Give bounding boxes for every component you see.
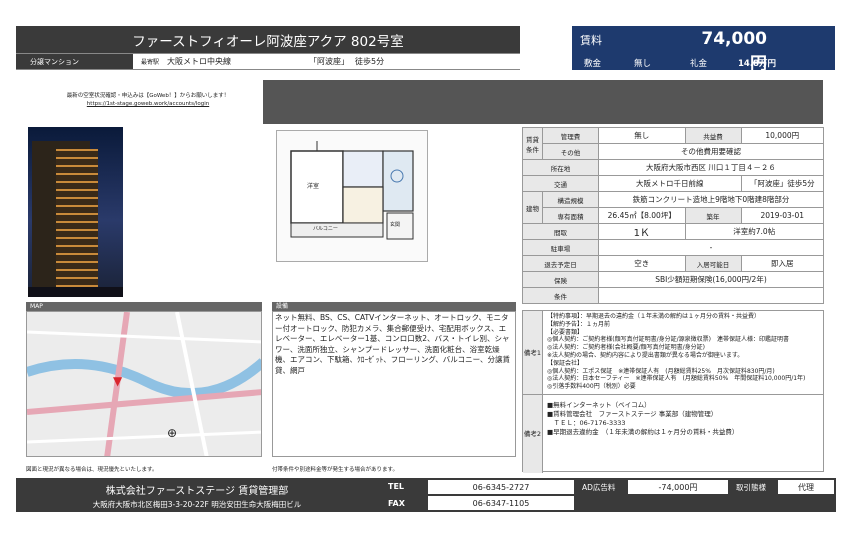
location-pin-icon: ▼	[113, 374, 123, 388]
category-tag: 分譲マンション	[16, 54, 133, 69]
conditions-label: 条件	[522, 287, 599, 304]
layout-label: 間取	[522, 223, 599, 240]
remarks-1-text: 【特約事項】：早期退去の違約金（１年未満の解約は１ヶ月分の賃料・共益費） 【解約…	[547, 313, 806, 391]
built-label: 築年	[684, 207, 742, 224]
ad-fee-label: AD広告料	[582, 483, 616, 492]
property-details-table: 賃貸条件 管理費 無し 共益費 10,000円 その他 その他費用要確認 所在地…	[522, 127, 824, 304]
deposit-label: 敷金	[584, 59, 602, 69]
settings-title: 設備	[272, 302, 516, 311]
remarks-2: 備考2 ■無料インターネット（ベイコム） ■賃料管理会社 ファーストステージ 事…	[523, 395, 823, 473]
insurance-label: 保険	[522, 271, 599, 288]
floor-plan: 洋室 バルコニー 玄関	[276, 130, 428, 262]
conditions-value	[598, 287, 824, 304]
remarks-2-text: ■無料インターネット（ベイコム） ■賃料管理会社 ファーストステージ 事業部（建…	[547, 401, 739, 436]
company-name: 株式会社ファーストステージ 賃貸管理部	[105, 486, 289, 497]
tel-label: TEL	[388, 482, 405, 491]
location-label: 所在地	[522, 159, 599, 176]
balcony-label: バルコニー	[313, 226, 338, 232]
built-value: 2019-03-01	[740, 207, 824, 224]
room-label: 洋室	[307, 183, 320, 190]
move-in-value: 即入居	[740, 255, 824, 272]
rent-label: 賃料	[580, 34, 602, 47]
structure-label: 構造規模	[542, 191, 599, 208]
floor-plan-drawing	[290, 141, 414, 240]
area-value: 26.45㎡【8.00坪】	[598, 207, 686, 224]
remarks-1: 備考1 【特約事項】：早期退去の違約金（１年未満の解約は１ヶ月分の賃料・共益費）…	[523, 311, 823, 395]
location-value: 大阪府大阪市西区 川口１丁目４－２６	[598, 159, 824, 176]
notice: 最新の空室状況確認・申込みは【GoWeb！】からお願いします！ https://…	[58, 92, 238, 108]
move-in-label: 入居可能日	[684, 255, 742, 272]
station-label: 最寄駅	[141, 59, 160, 66]
property-subheader: 分譲マンション 最寄駅 大阪メトロ中央線 「阿波座」 徒歩5分	[16, 53, 520, 70]
common-fee-value: 10,000円	[740, 127, 824, 144]
deposit-value: 無し	[634, 59, 652, 69]
line-name: 大阪メトロ中央線	[167, 57, 232, 66]
property-title: ファーストフィオーレ阿波座アクア 802号室	[16, 26, 520, 53]
map[interactable]: ▼ ⊕	[26, 311, 262, 457]
common-fee-label: 共益費	[684, 127, 742, 144]
notice-text: 最新の空室状況確認・申込みは【GoWeb！】からお願いします！	[66, 93, 230, 99]
other-label: その他	[542, 143, 599, 160]
banner-bar	[263, 80, 823, 124]
map-drawing	[27, 312, 261, 456]
company-address: 大阪府大阪市北区梅田3-3-20-22F 明治安田生命大阪梅田ビル	[92, 500, 302, 509]
walk-time: 徒歩5分	[355, 57, 385, 66]
vacate-value: 空き	[598, 255, 686, 272]
parking-label: 駐車場	[522, 239, 599, 256]
rent-panel: 賃料 74,000円 敷金 無し 礼金 14.8万円	[572, 26, 835, 74]
structure-value: 鉄筋コンクリート造地上9階地下0階建8階部分	[598, 191, 824, 208]
fax-value: 06-6347-1105	[428, 496, 574, 510]
transaction-label: 取引態様	[736, 483, 766, 492]
entrance-label: 玄関	[390, 222, 401, 228]
mgmt-fee-value: 無し	[598, 127, 686, 144]
room-size-value: 洋室約7.0帖	[684, 223, 824, 240]
ground	[28, 287, 123, 297]
other-value: その他費用要確認	[598, 143, 824, 160]
key-money-label: 礼金	[690, 59, 708, 69]
remarks-2-header: 備考2	[523, 395, 543, 473]
ad-fee-value: -74,000円	[628, 480, 728, 494]
building-header: 建物	[522, 191, 543, 224]
tel-value[interactable]: 06-6345-2727	[428, 480, 574, 494]
conditions-header: 賃貸条件	[522, 127, 543, 160]
settings-body: ネット無料、BS、CS、CATVインターネット、オートロック、モニター付オートロ…	[272, 311, 516, 457]
compass-icon: ⊕	[167, 426, 178, 440]
map-title: MAP	[26, 302, 262, 311]
vacate-label: 退去予定日	[522, 255, 599, 272]
building-windows	[56, 149, 98, 289]
remarks: 備考1 【特約事項】：早期退去の違約金（１年未満の解約は１ヶ月分の賃料・共益費）…	[522, 310, 824, 473]
insurance-value: SBI少額短期保険(16,000円/2年)	[598, 271, 824, 288]
layout-value: 1Ｋ	[598, 223, 686, 240]
footnote-right: 付帯条件や別途料金等が発生する場合があります。	[272, 467, 398, 473]
transaction-value: 代理	[778, 480, 834, 494]
traffic-label: 交通	[522, 175, 599, 192]
fax-label: FAX	[388, 499, 405, 508]
mgmt-fee-label: 管理費	[542, 127, 599, 144]
key-money-value: 14.8万円	[738, 59, 776, 69]
notice-url[interactable]: https://1st-stage.goweb.work/accounts/lo…	[58, 100, 238, 108]
area-label: 専有面積	[542, 207, 599, 224]
station-name: 「阿波座」	[309, 57, 350, 66]
traffic-station: 「阿波座」徒歩5分	[740, 175, 824, 192]
footnote-left: 図面と現況が異なる場合は、現況優先といたします。	[26, 467, 158, 473]
parking-value: -	[598, 239, 824, 256]
traffic-line: 大阪メトロ千日前線	[598, 175, 742, 192]
footer-bar: 株式会社ファーストステージ 賃貸管理部 大阪府大阪市北区梅田3-3-20-22F…	[16, 478, 836, 512]
remarks-1-header: 備考1	[523, 311, 543, 394]
building-photo	[28, 127, 123, 297]
